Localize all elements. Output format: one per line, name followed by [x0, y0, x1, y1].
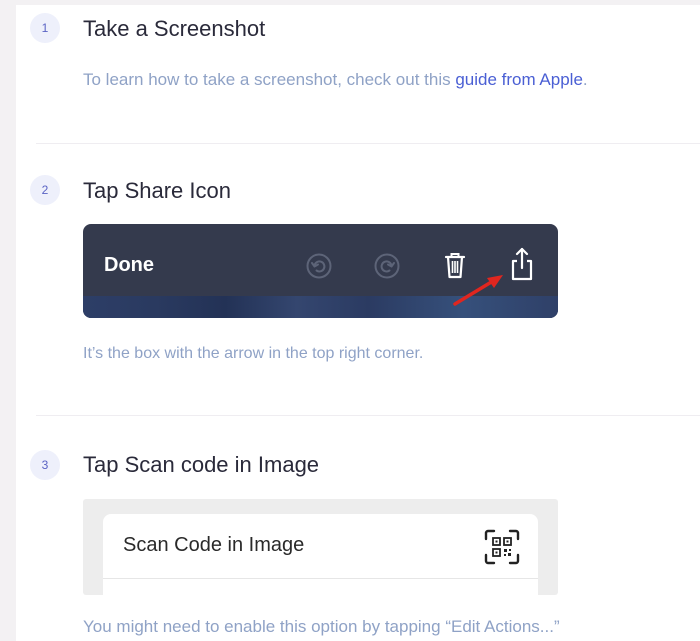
- step-divider: [36, 415, 700, 416]
- instructions-card: 1 Take a Screenshot To learn how to take…: [16, 5, 700, 641]
- red-arrow-annotation: [453, 275, 503, 306]
- step-description-3: You might need to enable this option by …: [83, 617, 560, 636]
- menu-separator: [103, 578, 538, 579]
- step-title-3: Tap Scan code in Image: [83, 452, 320, 477]
- share-toolbar-screenshot: Done: [83, 224, 558, 318]
- step-description-1-text: To learn how to take a screenshot, check…: [83, 70, 456, 89]
- step-divider: [36, 143, 700, 144]
- step-description-1-suffix: .: [582, 70, 588, 89]
- step-number-1: 1: [30, 13, 60, 43]
- scan-menu-panel: Scan Code in Image: [103, 514, 538, 595]
- qr-scan-icon: [484, 529, 520, 565]
- step-number-2: 2: [30, 175, 60, 205]
- step-title-1: Take a Screenshot: [83, 16, 266, 41]
- step-description-1: To learn how to take a screenshot, check…: [83, 70, 588, 90]
- scan-code-menu-label: Scan Code in Image: [123, 534, 305, 556]
- scan-code-screenshot: Scan Code in Image: [83, 499, 558, 595]
- step-title-2: Tap Share Icon: [83, 178, 231, 203]
- apple-guide-link[interactable]: guide from Apple: [455, 70, 583, 89]
- step-number-3: 3: [30, 450, 60, 480]
- step-description-2: It’s the box with the arrow in the top r…: [83, 345, 424, 362]
